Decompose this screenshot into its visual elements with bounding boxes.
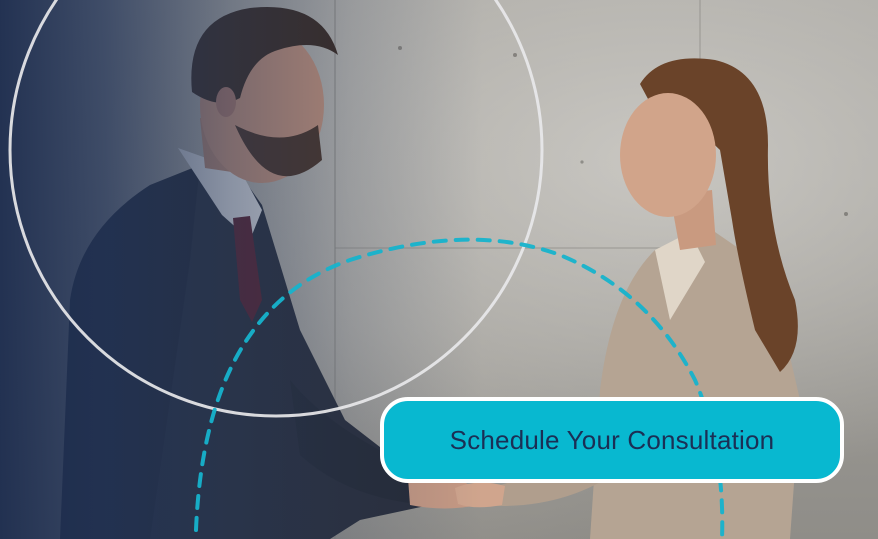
schedule-consultation-label: Schedule Your Consultation xyxy=(449,424,775,455)
schedule-consultation-button[interactable]: Schedule Your Consultation xyxy=(380,397,844,483)
hero-section: Schedule Your Consultation xyxy=(0,0,878,539)
